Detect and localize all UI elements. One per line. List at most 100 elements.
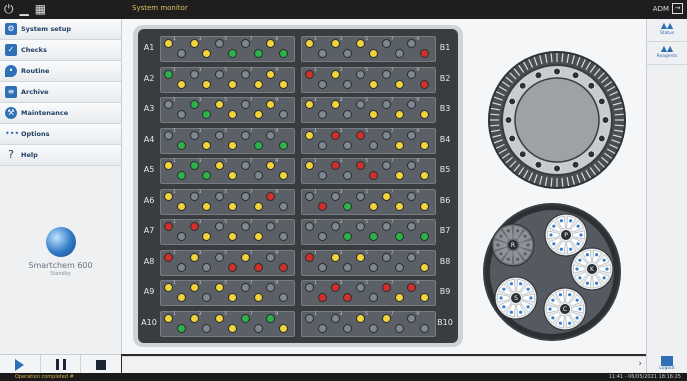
sample-tube[interactable] [228, 49, 237, 58]
sample-tube[interactable] [317, 49, 327, 58]
sample-tube[interactable] [240, 222, 250, 231]
sample-tube[interactable] [407, 191, 417, 201]
sample-tube[interactable] [369, 49, 378, 58]
sample-tube[interactable] [253, 201, 263, 211]
rack-row[interactable]: A4 1 3 5 7 9 [138, 125, 298, 155]
sample-tube[interactable] [164, 130, 173, 140]
sample-tube[interactable] [253, 171, 263, 180]
sample-tube[interactable] [266, 313, 276, 323]
reagent-carousel[interactable] [472, 43, 642, 198]
sample-tube[interactable] [279, 293, 289, 302]
sample-tube[interactable] [369, 323, 378, 333]
sample-tube[interactable] [356, 283, 366, 292]
sample-tube[interactable] [202, 232, 212, 241]
scroll-right-icon[interactable]: › [638, 359, 642, 369]
sample-tube[interactable] [317, 79, 327, 89]
sample-tube[interactable] [343, 201, 353, 211]
sample-tube[interactable] [266, 191, 276, 201]
sidebar-item-checks[interactable]: ✓ Checks [0, 40, 121, 61]
sample-tube[interactable] [240, 100, 250, 109]
sample-wheel[interactable]: R P K S C [472, 197, 642, 347]
sample-tube[interactable] [240, 69, 250, 79]
sample-tube[interactable] [215, 39, 225, 48]
sample-tube[interactable] [394, 262, 404, 272]
sample-tube[interactable] [369, 79, 378, 89]
sample-tube[interactable] [266, 283, 276, 292]
power-icon[interactable]: ⏻ [4, 2, 14, 16]
sample-tube[interactable] [356, 100, 366, 109]
sample-tube[interactable] [317, 110, 327, 119]
rack-row[interactable]: B5 1 3 5 7 9 [298, 155, 458, 185]
sample-tube[interactable] [420, 262, 430, 272]
sample-tube[interactable] [189, 161, 199, 170]
sample-tube[interactable] [305, 313, 314, 323]
sample-tube[interactable] [394, 201, 404, 211]
rack-row[interactable]: A9 1 3 5 7 9 [138, 277, 298, 307]
sample-tube[interactable] [305, 161, 314, 170]
sample-tube[interactable] [164, 39, 173, 48]
sample-tube[interactable] [356, 130, 366, 140]
sample-tube[interactable] [356, 39, 366, 48]
sample-tube[interactable] [240, 39, 250, 48]
sample-tube[interactable] [420, 79, 430, 89]
sample-tube[interactable] [202, 110, 212, 119]
sample-tube[interactable] [420, 140, 430, 150]
sample-tube[interactable] [317, 262, 327, 272]
sample-tube[interactable] [215, 313, 225, 323]
sample-tube[interactable] [189, 252, 199, 262]
sample-tube[interactable] [279, 201, 289, 211]
sample-tube[interactable] [266, 69, 276, 79]
sample-tube[interactable] [240, 252, 250, 262]
sample-tube[interactable] [189, 283, 199, 292]
sample-tube[interactable] [202, 49, 212, 58]
rack-row[interactable]: B9 1 3 5 7 9 [298, 277, 458, 307]
sample-tube[interactable] [394, 110, 404, 119]
horizontal-scrollbar[interactable]: › [122, 356, 646, 373]
sample-tube[interactable] [176, 323, 186, 333]
sample-tube[interactable] [343, 293, 353, 302]
sample-tube[interactable] [369, 110, 378, 119]
sample-tube[interactable] [420, 201, 430, 211]
sample-tube[interactable] [189, 39, 199, 48]
sample-tube[interactable] [202, 293, 212, 302]
sample-tube[interactable] [394, 49, 404, 58]
rack-row[interactable]: A5 1 3 5 7 9 [138, 155, 298, 185]
sample-tube[interactable] [305, 191, 314, 201]
sample-tube[interactable] [407, 222, 417, 231]
sample-tube[interactable] [189, 313, 199, 323]
sample-tube[interactable] [240, 313, 250, 323]
rack-row[interactable]: B3 1 3 5 7 9 [298, 94, 458, 124]
sample-tube[interactable] [176, 171, 186, 180]
sample-tube[interactable] [330, 222, 340, 231]
sample-tube[interactable] [381, 69, 391, 79]
sample-tube[interactable] [240, 161, 250, 170]
sample-tube[interactable] [343, 232, 353, 241]
sample-tube[interactable] [305, 130, 314, 140]
rack-row[interactable]: A6 1 3 5 7 9 [138, 186, 298, 216]
sample-tube[interactable] [369, 140, 378, 150]
sample-tube[interactable] [279, 140, 289, 150]
sample-tube[interactable] [381, 100, 391, 109]
sample-tube[interactable] [215, 69, 225, 79]
status-button[interactable]: ▲▲ Status [647, 21, 687, 42]
sample-tube[interactable] [176, 79, 186, 89]
sample-tube[interactable] [305, 252, 314, 262]
sample-tube[interactable] [394, 323, 404, 333]
rack-row[interactable]: A1 1 3 5 7 9 [138, 33, 298, 63]
sidebar-item-routine[interactable]: • Routine [0, 61, 121, 82]
sample-tube[interactable] [330, 283, 340, 292]
sample-tube[interactable] [164, 161, 173, 170]
sample-tube[interactable] [394, 79, 404, 89]
sample-tube[interactable] [189, 222, 199, 231]
exit-icon[interactable]: → [672, 3, 683, 14]
sample-tube[interactable] [305, 69, 314, 79]
sample-tube[interactable] [381, 252, 391, 262]
sample-tube[interactable] [317, 171, 327, 180]
sample-tube[interactable] [215, 283, 225, 292]
sample-tube[interactable] [240, 283, 250, 292]
sample-tube[interactable] [279, 262, 289, 272]
sample-tube[interactable] [356, 191, 366, 201]
sample-tube[interactable] [215, 191, 225, 201]
sample-tube[interactable] [330, 252, 340, 262]
sample-tube[interactable] [407, 39, 417, 48]
